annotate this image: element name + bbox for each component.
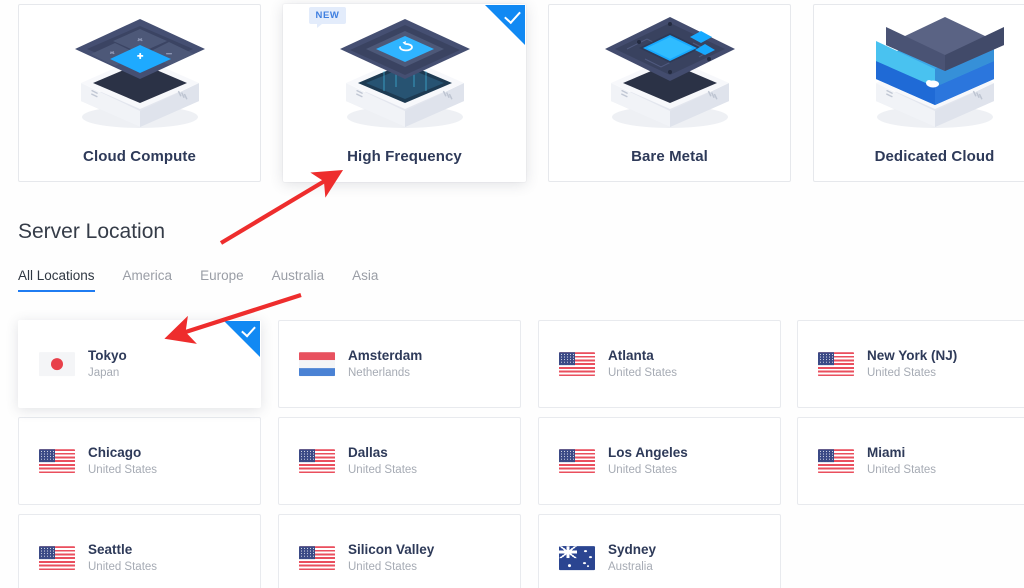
plan-card-label: Bare Metal — [631, 148, 708, 165]
location-text: Sydney Australia — [608, 542, 656, 574]
location-card-content: Tokyo Japan — [39, 348, 127, 380]
location-card[interactable]: Sydney Australia — [538, 514, 781, 588]
location-text: Dallas United States — [348, 445, 417, 477]
plan-type-card-row: Cloud Compute NEW High Frequency Bare Me… — [0, 4, 1024, 182]
location-text: Seattle United States — [88, 542, 157, 574]
location-card[interactable]: Dallas United States — [278, 417, 521, 505]
flag-australia — [559, 545, 595, 570]
location-country: United States — [867, 463, 937, 476]
location-card-content: Sydney Australia — [559, 542, 656, 574]
location-card-content: Amsterdam Netherlands — [299, 348, 422, 380]
cloud-compute-illustration — [19, 13, 260, 133]
arrow-to-high-frequency — [219, 169, 344, 245]
tab-america[interactable]: America — [109, 268, 187, 292]
location-country: United States — [608, 366, 678, 379]
location-text: Miami United States — [867, 445, 936, 477]
flag-netherlands — [299, 351, 335, 376]
location-country: United States — [867, 366, 937, 379]
flag-united-states — [818, 351, 854, 376]
tab-asia[interactable]: Asia — [338, 268, 392, 292]
location-country: Australia — [608, 560, 653, 573]
location-country: Netherlands — [348, 366, 411, 379]
location-card[interactable]: Atlanta United States — [538, 320, 781, 408]
location-city: Tokyo — [88, 348, 127, 364]
flag-united-states — [559, 448, 595, 473]
plan-card-label: Dedicated Cloud — [874, 148, 995, 165]
location-card[interactable]: Chicago United States — [18, 417, 261, 505]
location-card-content: Seattle United States — [39, 542, 157, 574]
tab-europe[interactable]: Europe — [186, 268, 258, 292]
location-card[interactable]: Miami United States — [797, 417, 1024, 505]
location-filter-tabs: All Locations America Europe Australia A… — [18, 268, 392, 292]
location-text: Los Angeles United States — [608, 445, 688, 477]
location-card-content: Dallas United States — [299, 445, 417, 477]
location-text: Amsterdam Netherlands — [348, 348, 422, 380]
location-card[interactable]: Silicon Valley United States — [278, 514, 521, 588]
location-country: United States — [348, 560, 418, 573]
location-card[interactable]: Los Angeles United States — [538, 417, 781, 505]
flag-united-states — [559, 351, 595, 376]
plan-card-dedicated-cloud[interactable]: Dedicated Cloud — [813, 4, 1024, 182]
plan-card-bare-metal[interactable]: Bare Metal — [548, 4, 791, 182]
location-city: Los Angeles — [608, 445, 688, 461]
location-country: United States — [348, 463, 418, 476]
plan-card-label: Cloud Compute — [83, 148, 196, 165]
location-card-content: New York (NJ) United States — [818, 348, 957, 380]
location-card[interactable]: New York (NJ) United States — [797, 320, 1024, 408]
tab-all-locations[interactable]: All Locations — [18, 268, 109, 292]
flag-united-states — [299, 545, 335, 570]
location-city: Sydney — [608, 542, 657, 558]
location-card-content: Silicon Valley United States — [299, 542, 434, 574]
location-city: New York (NJ) — [867, 348, 958, 364]
plan-card-high-frequency[interactable]: NEW High Frequency — [283, 4, 526, 182]
bare-metal-illustration — [549, 13, 790, 133]
location-card-content: Miami United States — [818, 445, 936, 477]
page-root: Cloud Compute NEW High Frequency Bare Me… — [0, 0, 1024, 588]
location-text: Chicago United States — [88, 445, 157, 477]
flag-japan — [39, 351, 75, 376]
location-card-content: Los Angeles United States — [559, 445, 688, 477]
plan-card-label: High Frequency — [347, 148, 462, 165]
location-city: Miami — [867, 445, 906, 461]
page-title: Server Location — [18, 220, 166, 243]
dedicated-cloud-illustration — [814, 13, 1024, 133]
location-text: Tokyo Japan — [88, 348, 127, 380]
plan-card-cloud-compute[interactable]: Cloud Compute — [18, 4, 261, 182]
location-card[interactable]: Amsterdam Netherlands — [278, 320, 521, 408]
location-city: Chicago — [88, 445, 142, 461]
location-country: Japan — [88, 366, 120, 379]
location-text: New York (NJ) United States — [867, 348, 957, 380]
selected-check-icon — [224, 321, 260, 357]
flag-united-states — [39, 545, 75, 570]
location-card-content: Chicago United States — [39, 445, 157, 477]
flag-united-states — [39, 448, 75, 473]
location-city: Atlanta — [608, 348, 654, 364]
location-card[interactable]: Tokyo Japan — [18, 320, 261, 408]
location-text: Silicon Valley United States — [348, 542, 434, 574]
location-city: Seattle — [88, 542, 133, 558]
flag-united-states — [299, 448, 335, 473]
location-country: United States — [608, 463, 678, 476]
location-card[interactable]: Seattle United States — [18, 514, 261, 588]
location-text: Atlanta United States — [608, 348, 677, 380]
selected-check-icon — [485, 5, 525, 45]
location-country: United States — [88, 463, 158, 476]
location-city: Dallas — [348, 445, 388, 461]
location-card-content: Atlanta United States — [559, 348, 677, 380]
flag-united-states — [818, 448, 854, 473]
location-city: Silicon Valley — [348, 542, 435, 558]
new-badge: NEW — [308, 7, 347, 28]
location-city: Amsterdam — [348, 348, 423, 364]
tab-australia[interactable]: Australia — [258, 268, 339, 292]
location-country: United States — [88, 560, 158, 573]
